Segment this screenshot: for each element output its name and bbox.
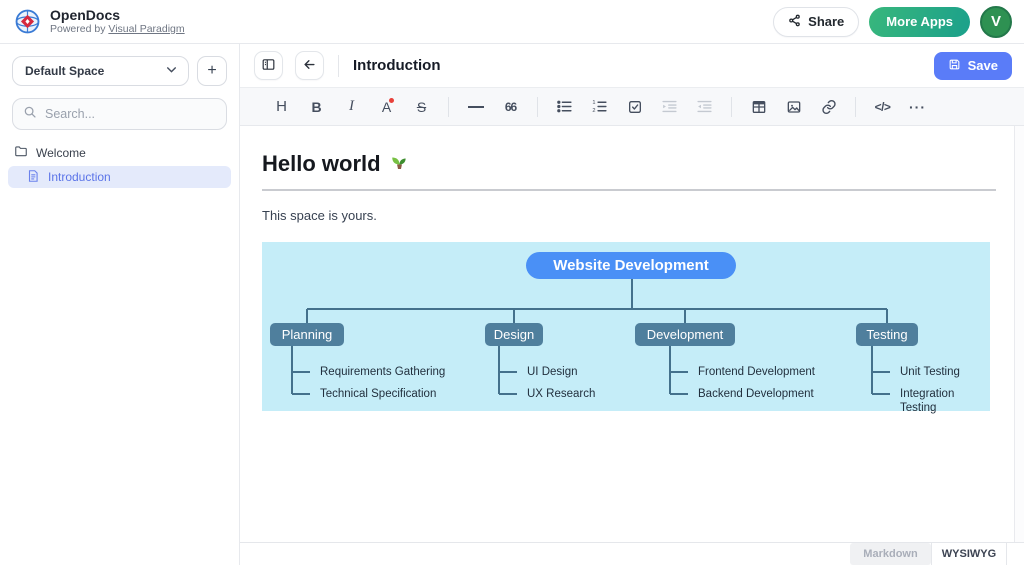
opendocs-logo-icon xyxy=(14,8,41,35)
document-heading: Hello world xyxy=(262,150,996,191)
mindmap-branch-planning[interactable]: Planning xyxy=(270,323,344,346)
toggle-sidebar-button[interactable] xyxy=(254,51,283,80)
divider xyxy=(448,97,449,117)
mindmap-leaf[interactable]: Integration Testing xyxy=(900,387,990,401)
tab-wysiwyg[interactable]: WYSIWYG xyxy=(931,543,1007,565)
space-selector-value: Default Space xyxy=(25,64,104,78)
heading-text: Hello world xyxy=(262,151,381,177)
seedling-icon xyxy=(389,150,410,177)
mindmap-leaf[interactable]: UX Research xyxy=(527,387,595,401)
share-icon xyxy=(788,14,801,30)
divider xyxy=(731,97,732,117)
search-box[interactable] xyxy=(12,98,227,130)
user-avatar[interactable]: V xyxy=(980,6,1012,38)
more-apps-button[interactable]: More Apps xyxy=(869,7,970,37)
table-icon[interactable] xyxy=(743,93,774,121)
font-color-icon[interactable]: A xyxy=(371,93,402,121)
tree-item-label: Introduction xyxy=(48,170,111,184)
link-icon[interactable] xyxy=(813,93,844,121)
main-panel: Introduction Save H B I A S 66 12 xyxy=(240,44,1024,565)
outdent-icon[interactable] xyxy=(689,93,720,121)
opendocs-app: OpenDocs Powered by Visual Paradigm Shar… xyxy=(0,0,1024,565)
avatar-initial: V xyxy=(991,13,1001,30)
more-icon[interactable]: ··· xyxy=(902,93,933,121)
more-apps-label: More Apps xyxy=(886,14,953,29)
sidebar: Default Space + Welcome xyxy=(0,44,240,565)
bullet-list-icon[interactable] xyxy=(549,93,580,121)
document-icon xyxy=(26,169,40,186)
mindmap-branch-testing[interactable]: Testing xyxy=(856,323,918,346)
editor-header: Introduction Save xyxy=(240,44,1024,88)
back-button[interactable] xyxy=(295,51,324,80)
divider xyxy=(338,55,339,77)
mindmap-leaf[interactable]: Technical Specification xyxy=(320,387,436,401)
chevron-down-icon xyxy=(165,63,178,79)
powered-by: Powered by Visual Paradigm xyxy=(50,24,185,36)
tab-markdown[interactable]: Markdown xyxy=(850,543,931,565)
mindmap-leaf[interactable]: Frontend Development xyxy=(698,365,815,379)
mindmap-leaf[interactable]: Unit Testing xyxy=(900,365,960,379)
mindmap-leaf[interactable]: Requirements Gathering xyxy=(320,365,445,379)
horizontal-rule-icon[interactable] xyxy=(460,93,491,121)
blockquote-icon[interactable]: 66 xyxy=(495,93,526,121)
editor-scrollbar[interactable] xyxy=(1014,126,1024,542)
share-label: Share xyxy=(808,14,844,29)
svg-text:1: 1 xyxy=(592,100,595,106)
powered-by-text: Powered by xyxy=(50,23,108,35)
document-canvas[interactable]: Hello world This space is yours. xyxy=(240,126,1014,542)
divider xyxy=(537,97,538,117)
mindmap-leaf[interactable]: UI Design xyxy=(527,365,578,379)
search-input[interactable] xyxy=(45,107,216,121)
space-selector[interactable]: Default Space xyxy=(12,56,189,86)
plus-icon: + xyxy=(207,62,216,79)
strikethrough-icon[interactable]: S xyxy=(406,93,437,121)
tree-item-label: Welcome xyxy=(36,146,86,160)
sidebar-item-introduction[interactable]: Introduction xyxy=(8,166,231,188)
mindmap-leaf[interactable]: Backend Development xyxy=(698,387,814,401)
save-icon xyxy=(948,58,961,74)
italic-icon[interactable]: I xyxy=(336,93,367,121)
svg-text:2: 2 xyxy=(592,108,595,114)
sidebar-item-welcome[interactable]: Welcome xyxy=(0,142,239,163)
page-tree: Welcome Introduction xyxy=(0,142,239,188)
code-icon[interactable]: </> xyxy=(867,93,898,121)
formatting-toolbar: H B I A S 66 12 xyxy=(240,88,1024,126)
mindmap-branch-development[interactable]: Development xyxy=(635,323,735,346)
save-label: Save xyxy=(968,58,998,73)
save-button[interactable]: Save xyxy=(934,52,1012,80)
sidebar-panel-icon xyxy=(261,57,276,75)
ordered-list-icon[interactable]: 12 xyxy=(584,93,615,121)
image-icon[interactable] xyxy=(778,93,809,121)
brand-block: OpenDocs Powered by Visual Paradigm xyxy=(50,8,185,36)
bold-icon[interactable]: B xyxy=(301,93,332,121)
indent-icon[interactable] xyxy=(654,93,685,121)
bottom-mode-bar: Markdown WYSIWYG xyxy=(240,542,1024,565)
visual-paradigm-link[interactable]: Visual Paradigm xyxy=(108,23,184,35)
space-row: Default Space + xyxy=(0,44,239,86)
heading-icon[interactable]: H xyxy=(266,93,297,121)
hr-glyph xyxy=(468,106,484,108)
share-button[interactable]: Share xyxy=(773,7,859,37)
folder-icon xyxy=(14,144,28,161)
mindmap-branch-design[interactable]: Design xyxy=(485,323,543,346)
app-title: OpenDocs xyxy=(50,8,185,23)
color-dot xyxy=(389,98,394,103)
mindmap-diagram[interactable]: Website Development Planning Design Deve… xyxy=(262,242,990,411)
add-space-button[interactable]: + xyxy=(197,56,227,86)
top-header: OpenDocs Powered by Visual Paradigm Shar… xyxy=(0,0,1024,44)
task-list-icon[interactable] xyxy=(619,93,650,121)
header-actions: Share More Apps V xyxy=(773,6,1012,38)
divider xyxy=(855,97,856,117)
arrow-left-icon xyxy=(302,57,317,75)
search-icon xyxy=(23,105,37,124)
mindmap-root-node[interactable]: Website Development xyxy=(526,252,736,279)
page-title: Introduction xyxy=(353,57,440,74)
document-paragraph: This space is yours. xyxy=(262,208,996,223)
